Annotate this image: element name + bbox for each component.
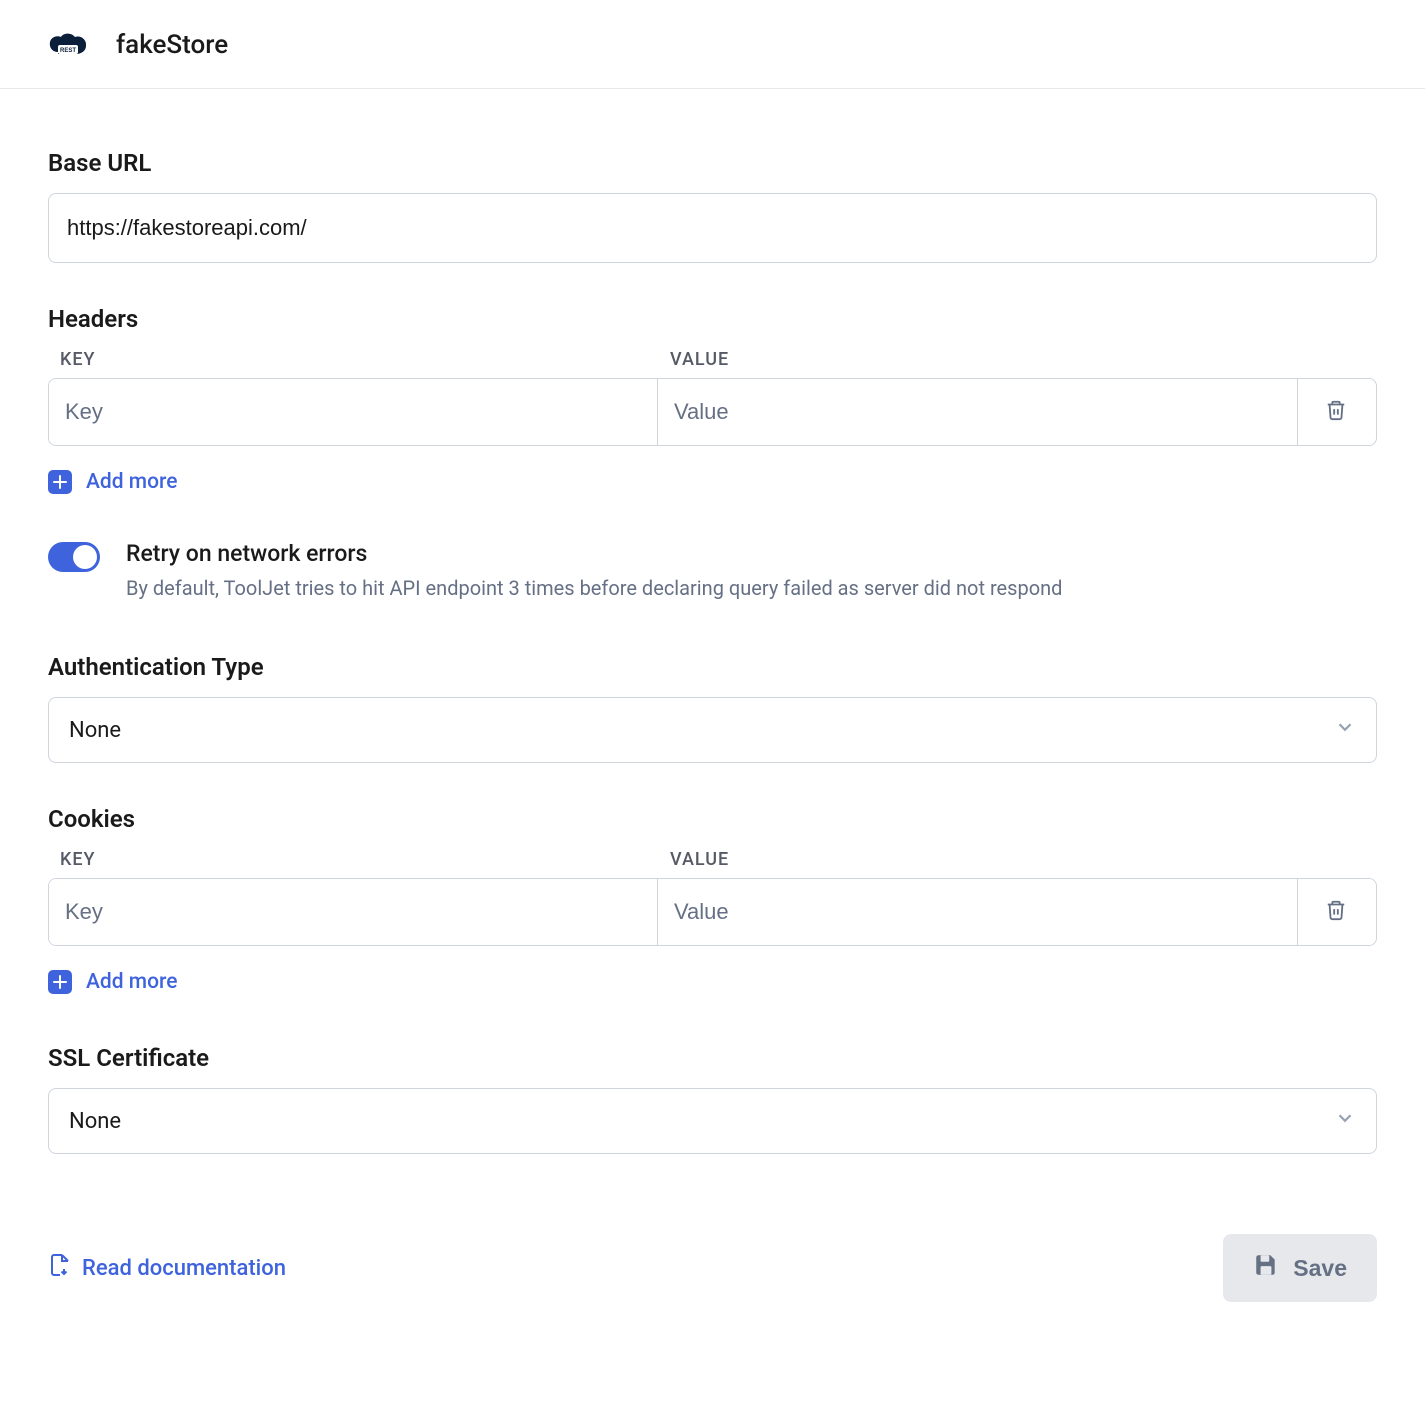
cookies-row: [48, 878, 1377, 946]
datasource-header: REST fakeStore: [0, 0, 1425, 89]
cookies-label: Cookies: [48, 805, 1377, 833]
document-icon: [48, 1253, 82, 1283]
headers-value-col: VALUE: [658, 349, 1268, 378]
cookies-key-col: KEY: [48, 849, 658, 878]
base-url-input[interactable]: [48, 193, 1377, 263]
headers-key-col: KEY: [48, 349, 658, 378]
headers-label: Headers: [48, 305, 1377, 333]
retry-section: Retry on network errors By default, Tool…: [48, 540, 1377, 603]
save-button-label: Save: [1293, 1255, 1347, 1282]
datasource-title: fakeStore: [116, 30, 228, 60]
auth-type-select[interactable]: None: [48, 697, 1377, 763]
headers-add-more-label: Add more: [86, 470, 178, 494]
save-button[interactable]: Save: [1223, 1234, 1377, 1302]
read-documentation-link[interactable]: Read documentation: [48, 1253, 286, 1283]
datasource-form: Base URL Headers KEY VALUE Add more R: [0, 89, 1425, 1194]
chevron-down-icon: [1334, 1107, 1356, 1135]
plus-icon: [48, 470, 72, 494]
toggle-knob: [73, 545, 97, 569]
headers-row: [48, 378, 1377, 446]
cookies-delete-button[interactable]: [1297, 879, 1373, 945]
auth-type-value: None: [69, 718, 121, 743]
chevron-down-icon: [1334, 716, 1356, 744]
rest-api-icon: REST: [48, 31, 88, 59]
cookies-add-more-button[interactable]: Add more: [48, 970, 178, 994]
trash-icon: [1325, 899, 1347, 925]
retry-title: Retry on network errors: [126, 540, 1062, 567]
cookies-value-input[interactable]: [657, 879, 1297, 945]
svg-text:REST: REST: [60, 48, 76, 54]
plus-icon: [48, 970, 72, 994]
ssl-value: None: [69, 1109, 121, 1134]
headers-key-input[interactable]: [49, 379, 657, 445]
headers-value-input[interactable]: [657, 379, 1297, 445]
trash-icon: [1325, 399, 1347, 425]
headers-add-more-button[interactable]: Add more: [48, 470, 178, 494]
ssl-label: SSL Certificate: [48, 1044, 1377, 1072]
retry-toggle[interactable]: [48, 542, 100, 572]
ssl-select[interactable]: None: [48, 1088, 1377, 1154]
cookies-key-input[interactable]: [49, 879, 657, 945]
read-documentation-label: Read documentation: [82, 1256, 286, 1281]
cookies-add-more-label: Add more: [86, 970, 178, 994]
headers-delete-button[interactable]: [1297, 379, 1373, 445]
cookies-value-col: VALUE: [658, 849, 1268, 878]
retry-description: By default, ToolJet tries to hit API end…: [126, 573, 1062, 603]
cookies-column-headers: KEY VALUE: [48, 849, 1377, 878]
save-icon: [1253, 1252, 1293, 1284]
base-url-label: Base URL: [48, 149, 1377, 177]
headers-column-headers: KEY VALUE: [48, 349, 1377, 378]
form-footer: Read documentation Save: [0, 1194, 1425, 1342]
auth-type-label: Authentication Type: [48, 653, 1377, 681]
